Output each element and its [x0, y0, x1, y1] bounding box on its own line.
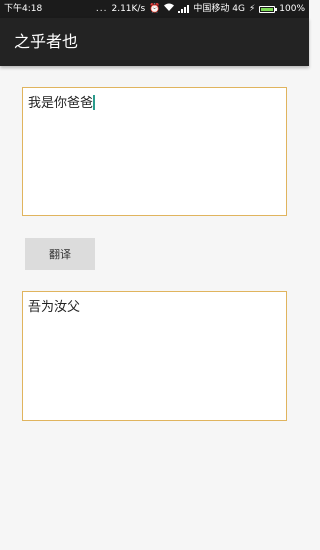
status-dots: ...	[95, 4, 108, 14]
battery-fill	[261, 7, 274, 11]
output-text-area[interactable]: 吾为汝父	[22, 291, 287, 421]
input-text: 我是你爸爸	[28, 96, 94, 111]
screen: 下午4:18 ... 2.11K/s ⏰ 中国移动 4G ⚡ 100% 之乎者也…	[0, 0, 309, 550]
wifi-icon	[164, 0, 175, 18]
translate-button[interactable]: 翻译	[25, 238, 95, 270]
text-cursor	[93, 95, 96, 110]
input-text-area[interactable]: 我是你爸爸	[22, 87, 287, 216]
battery-percent: 100%	[279, 4, 305, 14]
app-title: 之乎者也	[14, 32, 79, 51]
carrier-label: 中国移动 4G	[193, 4, 245, 14]
alarm-icon: ⏰	[149, 4, 161, 14]
output-text: 吾为汝父	[28, 300, 81, 315]
status-bar: 下午4:18 ... 2.11K/s ⏰ 中国移动 4G ⚡ 100%	[0, 0, 309, 18]
charging-icon: ⚡	[248, 4, 256, 14]
signal-icon	[178, 5, 190, 13]
network-speed: 2.11K/s	[111, 4, 146, 14]
status-indicators: ... 2.11K/s ⏰ 中国移动 4G ⚡ 100%	[96, 0, 305, 18]
status-time: 下午4:18	[4, 4, 43, 14]
app-bar: 之乎者也	[0, 18, 309, 66]
battery-icon	[259, 5, 278, 13]
